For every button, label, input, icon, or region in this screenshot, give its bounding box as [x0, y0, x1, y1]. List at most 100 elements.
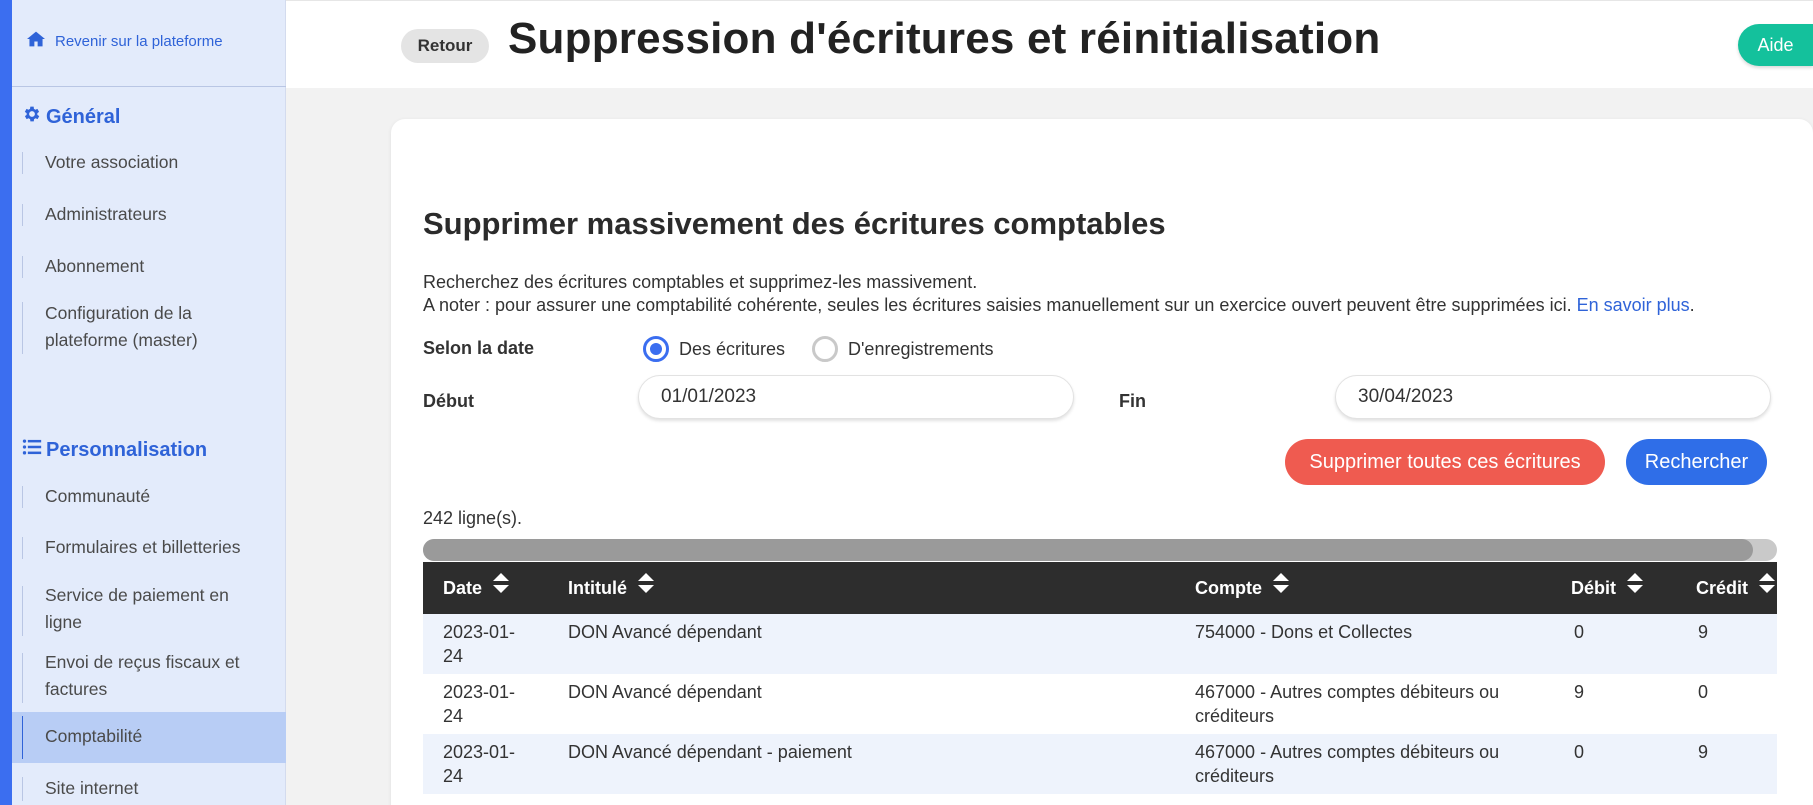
sidebar-item-communaute[interactable]: Communauté	[12, 482, 286, 512]
sidebar-item-label: Formulaires et billetteries	[45, 537, 241, 557]
back-to-platform-link[interactable]: Revenir sur la plateforme	[26, 30, 223, 52]
section-personnalisation: Personnalisation	[22, 437, 207, 463]
start-date-input[interactable]: 01/01/2023	[638, 375, 1074, 419]
section-general-title: Général	[46, 105, 121, 128]
delete-all-button[interactable]: Supprimer toutes ces écritures	[1285, 439, 1605, 485]
description-line-2: A noter : pour assurer une comptabilité …	[423, 295, 1695, 315]
cell-intitule: DON Avancé dépendant	[568, 682, 762, 702]
help-button[interactable]: Aide	[1738, 24, 1813, 66]
cell-compte: 467000 - Autres comptes débiteurs ou cré…	[1195, 742, 1500, 786]
home-icon	[26, 30, 46, 52]
sort-icon	[637, 562, 655, 614]
cell-date: 2023-01-24	[443, 682, 516, 726]
cell-debit: 0	[1574, 622, 1585, 642]
sort-icon	[1272, 562, 1290, 614]
date-by-label: Selon la date	[423, 338, 535, 358]
cell-date: 2023-01-24	[443, 742, 516, 786]
sort-icon	[492, 562, 510, 614]
cell-credit: 0	[1698, 682, 1709, 702]
sidebar-accent-bar	[0, 0, 12, 805]
cell-debit: 9	[1574, 682, 1585, 702]
cell-intitule: DON Avancé dépendant	[568, 622, 762, 642]
sidebar-item-marker	[22, 152, 23, 174]
description-note: A noter : pour assurer une comptabilité …	[423, 295, 1572, 315]
sidebar-item-marker	[22, 256, 23, 278]
entries-table: Date Intitulé Compte Débit Crédit 2023-0…	[423, 562, 1777, 794]
start-date-label: Début	[423, 391, 474, 411]
sidebar-item-paiement[interactable]: Service de paiement en ligne	[12, 582, 286, 640]
back-button[interactable]: Retour	[401, 29, 489, 63]
sidebar-item-label: Configuration de la plateforme (master)	[45, 303, 198, 350]
end-date-input[interactable]: 30/04/2023	[1335, 375, 1771, 419]
cell-date: 2023-01-24	[443, 622, 516, 666]
list-icon	[22, 437, 42, 463]
column-header-compte[interactable]: Compte	[1195, 562, 1290, 614]
sidebar-item-configuration[interactable]: Configuration de la plateforme (master)	[12, 298, 286, 358]
cell-compte: 754000 - Dons et Collectes	[1195, 622, 1413, 642]
sidebar-item-marker	[22, 537, 23, 559]
column-header-label: Date	[443, 578, 483, 598]
sort-icon	[1758, 562, 1776, 614]
column-header-credit[interactable]: Crédit	[1696, 562, 1776, 614]
column-header-intitule[interactable]: Intitulé	[568, 562, 655, 614]
radio-enregistrements-label: D'enregistrements	[848, 338, 994, 359]
sidebar-item-marker	[22, 653, 23, 703]
sidebar-item-administrateurs[interactable]: Administrateurs	[12, 200, 286, 230]
sidebar-item-marker	[22, 302, 23, 354]
sidebar-item-marker	[22, 204, 23, 226]
cell-debit: 0	[1574, 742, 1585, 762]
sidebar-item-marker	[22, 486, 23, 508]
page-title: Suppression d'écritures et réinitialisat…	[508, 14, 1381, 63]
column-header-label: Crédit	[1696, 578, 1749, 598]
sidebar-item-marker	[22, 777, 23, 801]
cell-intitule: DON Avancé dépendant - paiement	[568, 742, 852, 762]
sidebar-item-marker	[22, 716, 23, 759]
end-date-label: Fin	[1119, 391, 1146, 411]
section-general: Général	[22, 104, 120, 130]
radio-enregistrements[interactable]: D'enregistrements	[812, 336, 994, 362]
table-row[interactable]: 2023-01-24 DON Avancé dépendant 467000 -…	[423, 674, 1777, 734]
sidebar-item-label: Communauté	[45, 486, 151, 506]
back-to-platform-label: Revenir sur la plateforme	[55, 32, 223, 50]
sidebar-item-comptabilite[interactable]: Comptabilité	[12, 712, 286, 763]
gear-icon	[22, 104, 42, 130]
table-row[interactable]: 2023-01-24 DON Avancé dépendant 754000 -…	[423, 614, 1777, 674]
sidebar-item-abonnement[interactable]: Abonnement	[12, 252, 286, 282]
sidebar-item-association[interactable]: Votre association	[12, 148, 286, 178]
cell-credit: 9	[1698, 742, 1709, 762]
sidebar: Revenir sur la plateforme Général Votre …	[12, 0, 286, 805]
radio-ecritures-button[interactable]	[643, 336, 669, 362]
section-title: Supprimer massivement des écritures comp…	[423, 206, 1166, 241]
row-count: 242 ligne(s).	[423, 508, 523, 528]
sidebar-item-marker	[22, 586, 23, 636]
table-row[interactable]: 2023-01-24 DON Avancé dépendant - paieme…	[423, 734, 1777, 794]
scrollbar-thumb[interactable]	[423, 539, 1753, 561]
sidebar-item-label: Envoi de reçus fiscaux et factures	[45, 652, 240, 699]
search-button[interactable]: Rechercher	[1626, 439, 1767, 485]
table-header: Date Intitulé Compte Débit Crédit	[423, 562, 1777, 614]
column-header-label: Compte	[1195, 578, 1262, 598]
sidebar-item-label: Votre association	[45, 152, 179, 172]
radio-ecritures-label: Des écritures	[679, 338, 786, 359]
column-header-debit[interactable]: Débit	[1571, 562, 1644, 614]
sidebar-item-recus-fiscaux[interactable]: Envoi de reçus fiscaux et factures	[12, 649, 286, 707]
sidebar-item-label: Administrateurs	[45, 204, 167, 224]
learn-more-link[interactable]: En savoir plus	[1577, 295, 1690, 315]
cell-compte: 467000 - Autres comptes débiteurs ou cré…	[1195, 682, 1500, 726]
section-personnalisation-title: Personnalisation	[46, 438, 208, 461]
column-header-label: Intitulé	[568, 578, 627, 598]
sidebar-item-site-internet[interactable]: Site internet	[12, 773, 286, 805]
sort-icon	[1626, 562, 1644, 614]
column-header-date[interactable]: Date	[443, 562, 510, 614]
radio-enregistrements-button[interactable]	[812, 336, 838, 362]
sidebar-item-formulaires[interactable]: Formulaires et billetteries	[12, 533, 286, 563]
sidebar-item-label: Service de paiement en ligne	[45, 585, 229, 632]
sidebar-item-label: Abonnement	[45, 256, 145, 276]
radio-ecritures[interactable]: Des écritures	[643, 336, 785, 362]
horizontal-scrollbar[interactable]	[423, 539, 1777, 561]
column-header-label: Débit	[1571, 578, 1616, 598]
sidebar-item-label: Site internet	[45, 778, 139, 798]
sidebar-item-label: Comptabilité	[45, 726, 143, 746]
cell-credit: 9	[1698, 622, 1709, 642]
description-line-1: Recherchez des écritures comptables et s…	[423, 272, 978, 292]
